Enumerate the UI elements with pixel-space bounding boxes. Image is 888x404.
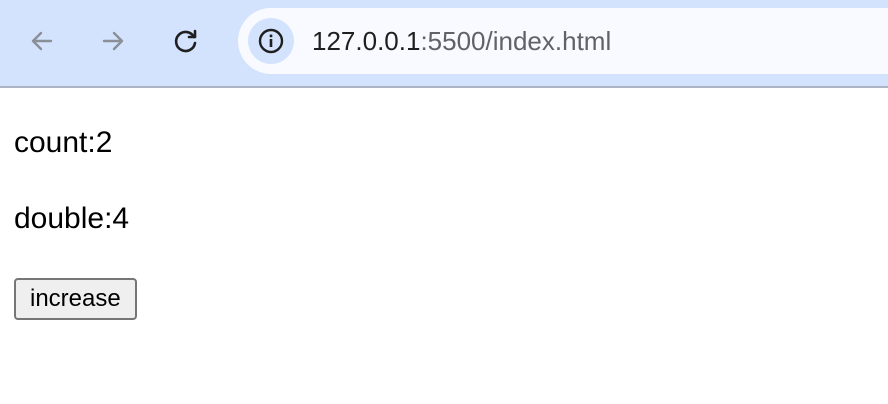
url-text[interactable]: 127.0.0.1:5500/index.html xyxy=(312,26,611,56)
count-text: count:2 xyxy=(14,126,113,159)
address-bar[interactable]: 127.0.0.1:5500/index.html xyxy=(238,8,888,74)
forward-arrow-icon xyxy=(102,31,124,51)
reload-icon xyxy=(174,29,197,53)
back-button[interactable] xyxy=(22,21,62,61)
forward-button[interactable] xyxy=(93,21,133,61)
double-text: double:4 xyxy=(14,202,130,235)
browser-toolbar: 127.0.0.1:5500/index.html xyxy=(0,0,888,88)
info-icon xyxy=(258,28,284,54)
url-host: 127.0.0.1 xyxy=(312,26,421,56)
increase-button[interactable]: increase xyxy=(14,278,137,320)
url-path: :5500/index.html xyxy=(420,26,612,56)
site-info-button[interactable] xyxy=(248,18,294,64)
reload-button[interactable] xyxy=(166,21,206,61)
back-arrow-icon xyxy=(31,31,53,51)
